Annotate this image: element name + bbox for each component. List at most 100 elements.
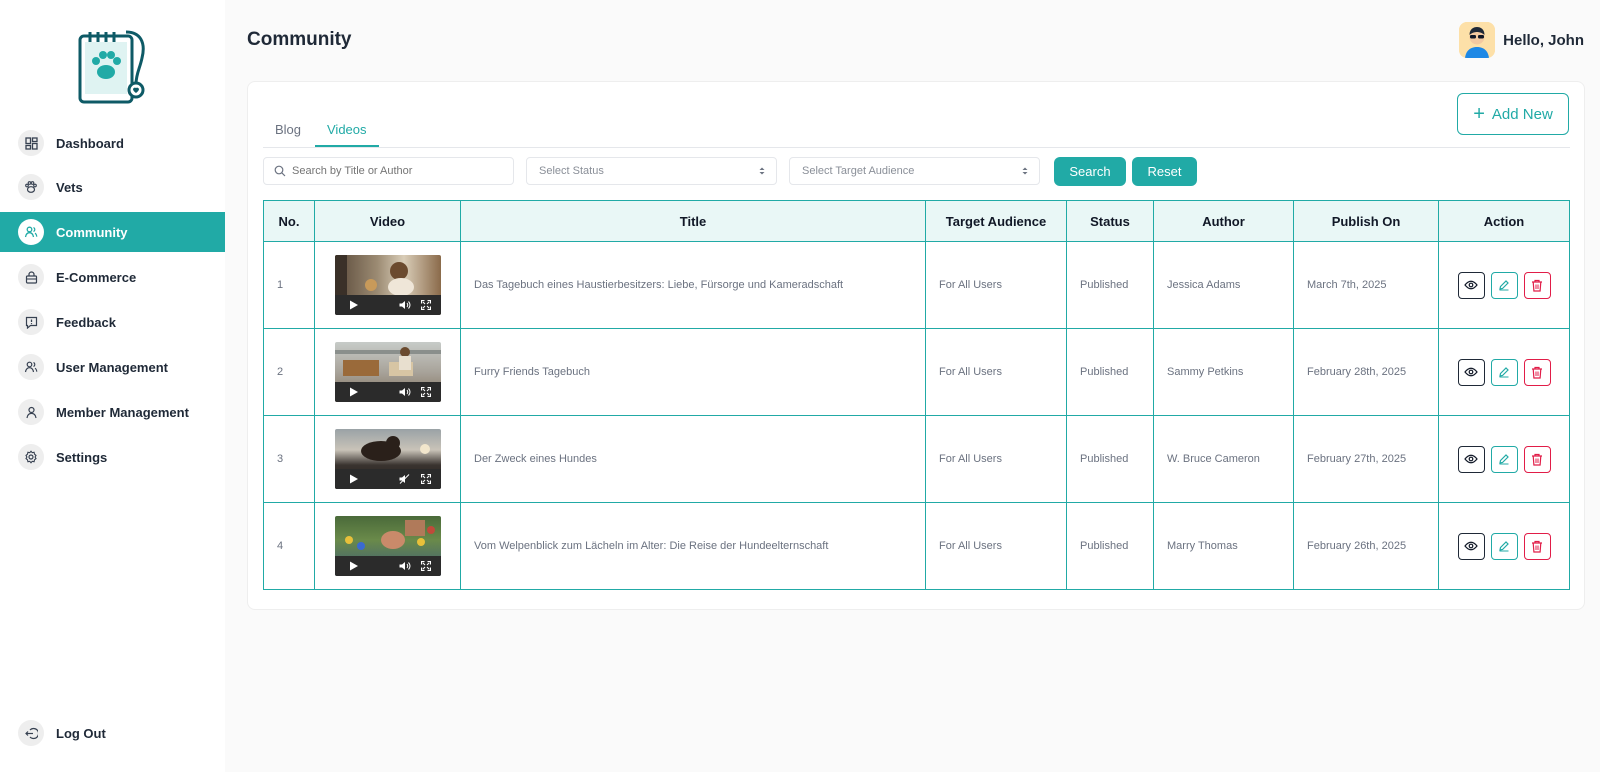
logo (74, 28, 150, 108)
video-thumbnail (344, 520, 435, 550)
title-cell: Das Tagebuch eines Haustierbesitzers: Li… (460, 241, 926, 329)
column-header: Target Audience (925, 200, 1067, 242)
greeting: Hello, John (1503, 31, 1584, 49)
volume-icon[interactable] (399, 561, 411, 571)
edit-button[interactable] (1490, 532, 1518, 560)
row-number: 2 (263, 328, 315, 416)
sidebar-item-label: Feedback (56, 314, 116, 330)
tab-videos[interactable]: Videos (315, 122, 379, 147)
video-controls (334, 382, 441, 402)
title-cell: Furry Friends Tagebuch (460, 328, 926, 416)
sidebar-item-label: Member Management (56, 404, 189, 420)
pencil-icon (1499, 367, 1509, 378)
logout-button[interactable]: Log Out (0, 713, 225, 753)
search-input[interactable] (292, 165, 492, 177)
eye-icon (1464, 541, 1478, 551)
play-icon[interactable] (349, 300, 359, 310)
muted-icon[interactable] (399, 474, 411, 484)
author-cell: Jessica Adams (1153, 241, 1294, 329)
status-cell: Published (1066, 502, 1154, 590)
publish-date-cell: February 28th, 2025 (1293, 328, 1439, 416)
tab-bar: Blog Videos (263, 118, 1570, 148)
edit-button[interactable] (1490, 358, 1518, 386)
eye-icon (1464, 367, 1478, 377)
video-player[interactable] (334, 342, 441, 402)
fullscreen-icon[interactable] (420, 300, 431, 310)
gear-icon (18, 444, 44, 470)
search-icon (274, 165, 286, 177)
row-number: 3 (263, 415, 315, 503)
sidebar-item-dashboard[interactable]: Dashboard (0, 123, 225, 163)
sidebar-item-settings[interactable]: Settings (0, 437, 225, 477)
view-button[interactable] (1457, 445, 1485, 473)
video-thumbnail (334, 255, 414, 295)
video-player[interactable] (334, 516, 441, 576)
play-icon[interactable] (349, 561, 359, 571)
play-icon[interactable] (349, 387, 359, 397)
delete-button[interactable] (1523, 271, 1551, 299)
row-number: 1 (263, 241, 315, 329)
audience-select[interactable]: Select Target Audience (789, 157, 1040, 185)
tab-blog[interactable]: Blog (275, 122, 301, 145)
shopping-bag-icon (18, 264, 44, 290)
users-icon (18, 354, 44, 380)
video-player[interactable] (334, 429, 441, 489)
fullscreen-icon[interactable] (420, 387, 431, 397)
trash-icon (1532, 279, 1542, 292)
user-menu[interactable]: Hello, John (1459, 22, 1584, 58)
video-controls (334, 556, 441, 576)
view-button[interactable] (1457, 532, 1485, 560)
column-header: Video (314, 200, 461, 242)
search-button[interactable]: Search (1054, 157, 1126, 186)
reset-button[interactable]: Reset (1132, 157, 1197, 186)
action-cell (1438, 328, 1570, 416)
view-button[interactable] (1457, 271, 1485, 299)
sidebar-item-vets[interactable]: Vets (0, 167, 225, 207)
video-thumbnail (334, 347, 441, 376)
delete-button[interactable] (1523, 532, 1551, 560)
search-field[interactable] (263, 157, 514, 185)
paw-icon (18, 174, 44, 200)
sidebar-item-label: User Management (56, 359, 168, 375)
trash-icon (1532, 366, 1542, 379)
column-header: Status (1066, 200, 1154, 242)
column-header: Title (460, 200, 926, 242)
row-number: 4 (263, 502, 315, 590)
status-cell: Published (1066, 328, 1154, 416)
audience-select-value: Select Target Audience (802, 165, 915, 177)
page-title: Community (247, 29, 352, 50)
volume-icon[interactable] (399, 387, 411, 397)
eye-icon (1464, 454, 1478, 464)
action-cell (1438, 415, 1570, 503)
sidebar-item-e-commerce[interactable]: E-Commerce (0, 257, 225, 297)
delete-button[interactable] (1523, 358, 1551, 386)
feedback-icon (18, 309, 44, 335)
audience-cell: For All Users (925, 328, 1067, 416)
sidebar-item-community[interactable]: Community (0, 212, 225, 252)
status-cell: Published (1066, 415, 1154, 503)
sidebar-item-feedback[interactable]: Feedback (0, 302, 225, 342)
sort-arrows-icon (759, 167, 765, 175)
table-row: 2 Furry Friends Tagebuch For All Users P… (263, 328, 1570, 416)
video-cell (314, 502, 461, 590)
sidebar-item-label: Settings (56, 449, 108, 465)
fullscreen-icon[interactable] (420, 561, 431, 571)
sidebar-item-label: E-Commerce (56, 269, 137, 285)
status-select[interactable]: Select Status (526, 157, 777, 185)
video-thumbnail (360, 436, 430, 461)
volume-icon[interactable] (399, 300, 411, 310)
delete-button[interactable] (1523, 445, 1551, 473)
dashboard-icon (18, 130, 44, 156)
fullscreen-icon[interactable] (420, 474, 431, 484)
sidebar-item-member-management[interactable]: Member Management (0, 392, 225, 432)
view-button[interactable] (1457, 358, 1485, 386)
status-cell: Published (1066, 241, 1154, 329)
play-icon[interactable] (349, 474, 359, 484)
column-header: Publish On (1293, 200, 1439, 242)
eye-icon (1464, 280, 1478, 290)
video-player[interactable] (334, 255, 441, 315)
edit-button[interactable] (1490, 271, 1518, 299)
audience-cell: For All Users (925, 415, 1067, 503)
sidebar-item-user-management[interactable]: User Management (0, 347, 225, 387)
edit-button[interactable] (1490, 445, 1518, 473)
